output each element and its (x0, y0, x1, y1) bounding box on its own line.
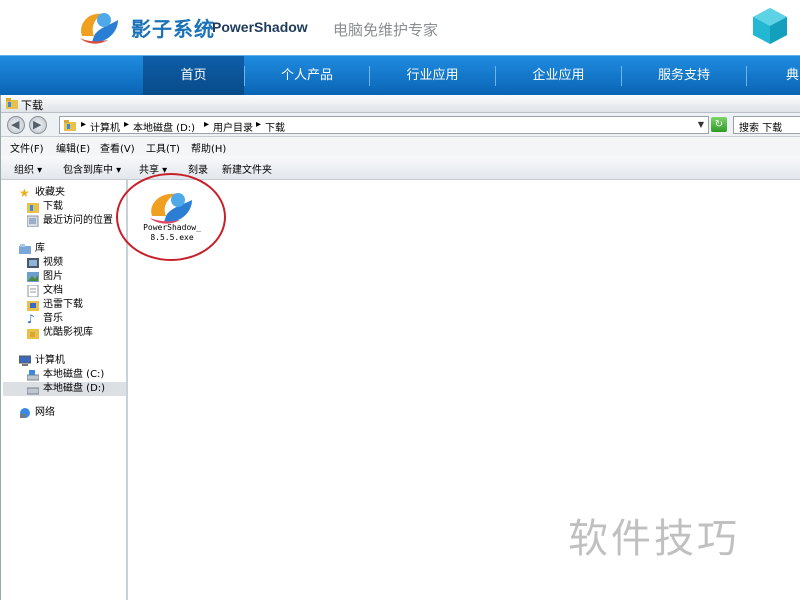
window-titlebar[interactable]: 下载 (1, 95, 800, 113)
nav-item-industry[interactable]: 行业应用 (370, 56, 495, 96)
nav-item-home[interactable]: 首页 (143, 56, 244, 96)
arrow-left-icon: ◀ (11, 118, 20, 131)
site-nav: 首页 个人产品 行业应用 企业应用 服务支持 典 (0, 55, 800, 96)
site-slogan: 电脑免维护专家 (333, 21, 439, 39)
menu-help[interactable]: 帮助(H) (191, 140, 226, 155)
include-in-library-button[interactable]: 包含到库中 ▾ (63, 161, 121, 176)
music-note-icon: ♪ (27, 312, 35, 326)
thunder-folder-icon (27, 301, 39, 311)
video-icon (27, 258, 39, 268)
menu-view[interactable]: 查看(V) (100, 140, 135, 155)
refresh-button[interactable]: ↻ (711, 117, 727, 132)
watermark-text: 软件技巧 (568, 516, 740, 562)
nav-item-enterprise[interactable]: 企业应用 (496, 56, 621, 96)
chevron-down-icon[interactable]: ▼ (698, 120, 704, 129)
powershadow-logo-icon[interactable] (74, 6, 122, 48)
breadcrumb-computer[interactable]: 计算机 (90, 119, 120, 134)
recent-places-icon (27, 215, 39, 227)
search-input[interactable]: 搜索 下载 (733, 116, 800, 134)
document-icon (27, 285, 39, 297)
breadcrumb-drive-d[interactable]: 本地磁盘 (D:) (133, 119, 195, 134)
folder-icon (64, 120, 76, 131)
cube-icon[interactable] (751, 6, 789, 46)
navigation-pane: ★ 收藏夹 下载 最近访问的位置 库 视频 图片 文档 迅雷下载 ♪ 音乐 优酷… (1, 180, 128, 600)
window-title: 下载 (21, 99, 43, 112)
library-icon (19, 244, 31, 254)
address-bar-row: ◀ ▶ ▸ 计算机 ▸ 本地磁盘 (D:) ▸ 用户目录 ▸ 下载 ▼ ↻ 搜索… (1, 113, 800, 137)
burn-button[interactable]: 刻录 (188, 161, 208, 176)
new-folder-button[interactable]: 新建文件夹 (222, 161, 272, 176)
arrow-right-icon: ▶ (33, 118, 42, 131)
download-folder-icon (27, 203, 39, 213)
computer-icon (19, 355, 31, 366)
network-icon (20, 408, 30, 418)
star-icon: ★ (19, 186, 30, 200)
highlight-circle (116, 173, 226, 261)
system-drive-icon (27, 370, 39, 381)
search-placeholder: 搜索 下载 (739, 123, 783, 134)
folder-icon (6, 98, 18, 109)
breadcrumb-downloads[interactable]: 下载 (265, 119, 285, 134)
youku-folder-icon (27, 329, 39, 339)
menu-bar: 文件(F) 编辑(E) 查看(V) 工具(T) 帮助(H) (1, 137, 800, 156)
menu-file[interactable]: 文件(F) (10, 140, 44, 155)
nav-item-truncated[interactable]: 典 (774, 56, 800, 96)
file-item[interactable]: PowerShadow_8.5.5.exe (116, 173, 226, 261)
site-header: 影子系统 PowerShadow 电脑免维护专家 (0, 0, 800, 55)
refresh-icon: ↻ (714, 119, 724, 130)
menu-tools[interactable]: 工具(T) (146, 140, 180, 155)
menu-edit[interactable]: 编辑(E) (56, 140, 90, 155)
command-bar: 组织 ▾ 包含到库中 ▾ 共享 ▾ 刻录 新建文件夹 (1, 156, 800, 180)
brand-name-en: PowerShadow (212, 19, 308, 35)
back-button[interactable]: ◀ (7, 116, 25, 134)
address-input[interactable]: ▸ 计算机 ▸ 本地磁盘 (D:) ▸ 用户目录 ▸ 下载 ▼ (59, 116, 709, 134)
nav-item-personal-products[interactable]: 个人产品 (245, 56, 369, 96)
drive-icon (27, 387, 39, 395)
nav-item-support[interactable]: 服务支持 (622, 56, 746, 96)
brand-name-cn: 影子系统 (131, 17, 215, 41)
picture-icon (27, 272, 39, 282)
tree-item-drive-d[interactable]: 本地磁盘 (D:) (3, 382, 126, 396)
forward-button[interactable]: ▶ (29, 116, 47, 134)
organize-button[interactable]: 组织 ▾ (14, 161, 42, 176)
breadcrumb-user-dir[interactable]: 用户目录 (213, 119, 253, 134)
